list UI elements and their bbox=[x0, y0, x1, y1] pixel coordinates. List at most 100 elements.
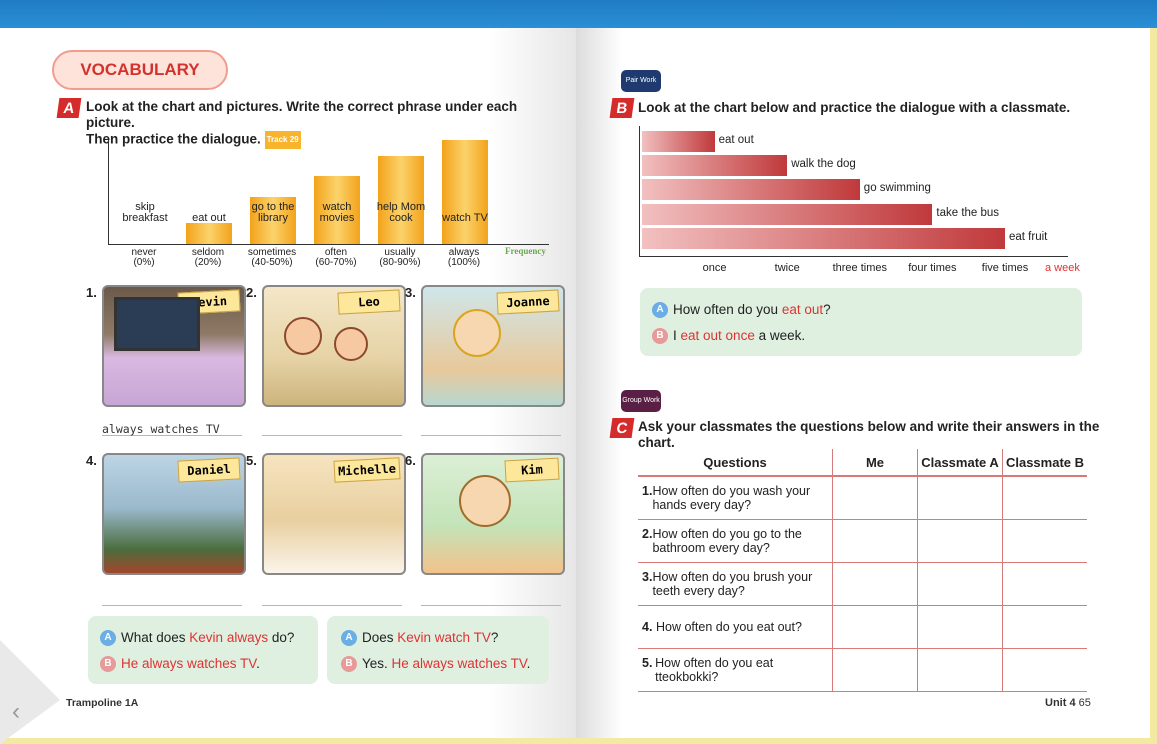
frequency-tick-label: always (100%) bbox=[447, 247, 481, 268]
answer-cell-me[interactable] bbox=[832, 648, 918, 692]
answer-line[interactable] bbox=[262, 590, 402, 606]
weekly-tick-label: five times bbox=[981, 262, 1029, 274]
dialogue-text: I bbox=[673, 328, 681, 343]
weekly-bar-label: eat out bbox=[718, 134, 754, 146]
back-arrow-icon[interactable]: ‹ bbox=[12, 700, 20, 724]
answer-text: always watches TV bbox=[102, 422, 220, 436]
pair-work-icon: Pair Work bbox=[621, 70, 661, 92]
picture-number: 1. bbox=[86, 285, 97, 300]
picture-kevin: Kevin bbox=[102, 285, 246, 407]
frequency-bar bbox=[378, 155, 424, 244]
survey-table: Questions Me Classmate A Classmate B 1. H… bbox=[638, 449, 1087, 692]
answer-cell-me[interactable] bbox=[832, 605, 918, 649]
section-b-badge: B bbox=[609, 98, 635, 118]
dialogue-text: How often do you bbox=[673, 302, 782, 317]
figure-shape bbox=[334, 327, 368, 361]
question-number: 1. bbox=[642, 484, 653, 498]
answer-cell-classmate-a[interactable] bbox=[917, 605, 1003, 649]
question-number: 5. bbox=[642, 656, 653, 670]
page-curl-icon[interactable] bbox=[0, 640, 60, 744]
section-a-badge: A bbox=[56, 98, 82, 118]
question-text: How often do you wash your hands every d… bbox=[652, 484, 811, 512]
answer-cell-me[interactable] bbox=[832, 476, 918, 520]
question-cell: 2. How often do you go to the bathroom ev… bbox=[638, 519, 833, 563]
picture-daniel: Daniel bbox=[102, 453, 246, 575]
answer-cell-classmate-b[interactable] bbox=[1002, 519, 1087, 563]
frequency-tick-label: usually (80-90%) bbox=[379, 247, 421, 268]
table-row: 3. How often do you brush your teeth ever… bbox=[638, 562, 1087, 606]
dialogue-highlight: Kevin always bbox=[189, 630, 269, 645]
top-banner bbox=[0, 0, 1157, 28]
frequency-tick-label: sometimes (40-50%) bbox=[247, 247, 297, 268]
page-footer-right: Unit 4 65 bbox=[1045, 697, 1091, 709]
vocabulary-title: VOCABULARY bbox=[52, 50, 228, 90]
answer-cell-classmate-b[interactable] bbox=[1002, 476, 1087, 520]
table-row: 5. How often do you eat tteokbokki? bbox=[638, 648, 1087, 692]
dialogue-answer: B Yes. He always watches TV. bbox=[341, 654, 530, 674]
dialogue-box-b: A How often do you eat out? BI eat out on… bbox=[640, 288, 1082, 356]
question-text: How often do you eat tteokbokki? bbox=[655, 656, 774, 684]
page-number: 65 bbox=[1078, 697, 1091, 709]
dialogue-question: A What does Kevin always do? bbox=[100, 628, 294, 648]
answer-line[interactable] bbox=[421, 420, 561, 436]
question-cell: 4. How often do you eat out? bbox=[638, 605, 833, 649]
header-me: Me bbox=[832, 449, 918, 477]
dialogue-highlight: He always watches TV bbox=[121, 656, 257, 671]
dialogue-highlight: He always watches TV bbox=[391, 656, 527, 671]
header-classmate-b: Classmate B bbox=[1002, 449, 1087, 477]
table-row: 1. How often do you wash your hands every… bbox=[638, 476, 1087, 520]
figure-shape bbox=[284, 317, 322, 355]
answer-line[interactable] bbox=[421, 590, 561, 606]
frequency-tick-label: never (0%) bbox=[131, 247, 157, 268]
answer-cell-classmate-b[interactable] bbox=[1002, 648, 1087, 692]
answer-line[interactable] bbox=[102, 590, 242, 606]
unit-label: Unit 4 bbox=[1045, 697, 1076, 709]
weekly-bar-label: take the bus bbox=[936, 206, 1000, 219]
frequency-tick-label: seldom (20%) bbox=[191, 247, 225, 268]
answer-line[interactable] bbox=[262, 420, 402, 436]
name-card: Joanne bbox=[496, 289, 560, 315]
dialogue-answer: B He always watches TV. bbox=[100, 654, 260, 674]
frequency-bar bbox=[186, 223, 232, 244]
name-card: Michelle bbox=[333, 457, 401, 483]
answer-cell-classmate-a[interactable] bbox=[917, 648, 1003, 692]
tv-shape bbox=[114, 297, 200, 351]
dialogue-text: Yes. bbox=[362, 656, 392, 671]
picture-number: 4. bbox=[86, 453, 97, 468]
frequency-bar-label: help Mom cook bbox=[376, 201, 426, 224]
weekly-bar-label: walk the dog bbox=[791, 158, 856, 171]
picture-michelle: Michelle bbox=[262, 453, 406, 575]
dialogue-text: . bbox=[526, 656, 531, 671]
picture-leo: Leo bbox=[262, 285, 406, 407]
answer-cell-me[interactable] bbox=[832, 562, 918, 606]
answer-cell-classmate-a[interactable] bbox=[917, 476, 1003, 520]
question-text: How often do you eat out? bbox=[656, 620, 802, 634]
figure-shape bbox=[453, 309, 501, 357]
header-classmate-a: Classmate A bbox=[917, 449, 1003, 477]
table-row: 2. How often do you go to the bathroom ev… bbox=[638, 519, 1087, 563]
answer-cell-classmate-a[interactable] bbox=[917, 519, 1003, 563]
weekly-bar-label: go swimming bbox=[863, 182, 931, 195]
dialogue-text: ? bbox=[823, 302, 831, 317]
answer-cell-classmate-b[interactable] bbox=[1002, 562, 1087, 606]
frequency-tick-label: often (60-70%) bbox=[315, 247, 357, 268]
dialogue-box-2: A Does Kevin watch TV? B Yes. He always wa… bbox=[327, 616, 549, 684]
answer-cell-classmate-b[interactable] bbox=[1002, 605, 1087, 649]
answer-cell-me[interactable] bbox=[832, 519, 918, 563]
table-header-row: Questions Me Classmate A Classmate B bbox=[638, 449, 1087, 477]
dialogue-text: a week. bbox=[754, 328, 806, 343]
weekly-tick-label: twice bbox=[774, 262, 800, 274]
weekly-bar bbox=[642, 131, 715, 152]
question-cell: 5. How often do you eat tteokbokki? bbox=[638, 648, 833, 692]
picture-joanne: Joanne bbox=[421, 285, 565, 407]
dialogue-highlight: eat out bbox=[781, 302, 824, 317]
dialogue-box-1: A What does Kevin always do? B He always w… bbox=[88, 616, 318, 684]
speaker-b-icon: B bbox=[652, 328, 668, 345]
weekly-bar bbox=[642, 203, 933, 225]
instruction-line-1: Look at the chart and pictures. Write th… bbox=[86, 99, 518, 130]
section-b-instruction: Look at the chart below and practice the… bbox=[638, 100, 1071, 115]
answer-cell-classmate-a[interactable] bbox=[917, 562, 1003, 606]
answer-line[interactable]: always watches TV bbox=[102, 420, 242, 436]
dialogue-text: What does bbox=[121, 630, 190, 645]
question-cell: 3. How often do you brush your teeth ever… bbox=[638, 562, 833, 606]
